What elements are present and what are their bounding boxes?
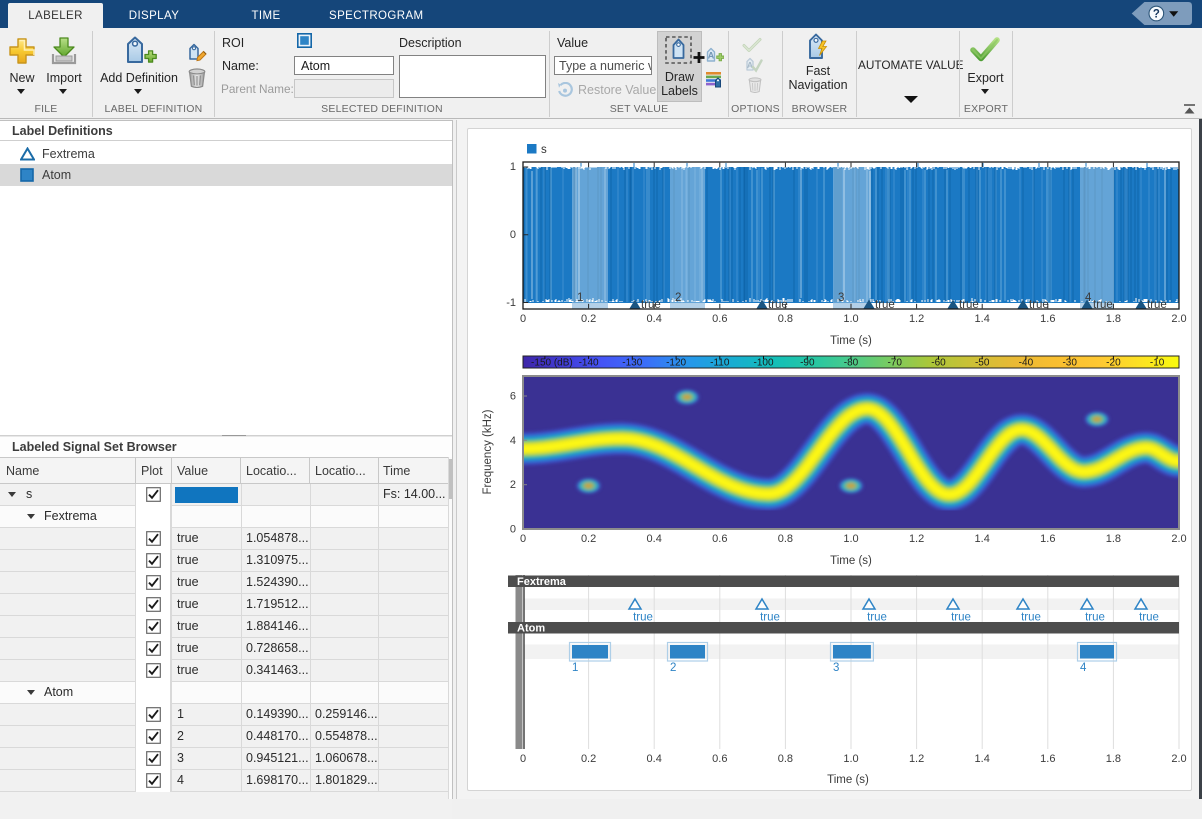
svg-text:A: A	[747, 60, 753, 70]
svg-text:1.2: 1.2	[909, 313, 924, 325]
svg-text:0.4: 0.4	[647, 753, 662, 765]
svg-text:0: 0	[510, 524, 516, 536]
svg-text:1.8: 1.8	[1106, 533, 1121, 545]
svg-text:-120: -120	[666, 358, 686, 369]
svg-text:-130: -130	[622, 358, 642, 369]
svg-text:4: 4	[1080, 662, 1087, 674]
svg-text:2: 2	[675, 292, 681, 304]
svg-text:1.6: 1.6	[1040, 753, 1055, 765]
svg-text:A: A	[708, 51, 715, 61]
svg-text:true: true	[760, 612, 780, 624]
svg-text:1.6: 1.6	[1040, 313, 1055, 325]
svg-text:1.2: 1.2	[909, 533, 924, 545]
svg-text:0.2: 0.2	[581, 313, 596, 325]
svg-text:0.8: 0.8	[778, 533, 793, 545]
svg-text:-140: -140	[579, 358, 599, 369]
svg-text:6: 6	[510, 391, 516, 403]
svg-text:-1: -1	[506, 297, 516, 309]
svg-text:2.0: 2.0	[1171, 533, 1186, 545]
svg-text:0.6: 0.6	[712, 533, 727, 545]
svg-text:-60: -60	[931, 358, 946, 369]
svg-text:-20: -20	[1106, 358, 1121, 369]
svg-text:3: 3	[838, 292, 844, 304]
svg-text:true: true	[1021, 612, 1041, 624]
svg-text:true: true	[1085, 612, 1105, 624]
svg-text:1.0: 1.0	[843, 313, 858, 325]
svg-text:1.2: 1.2	[909, 753, 924, 765]
svg-text:-50: -50	[975, 358, 990, 369]
svg-text:1.8: 1.8	[1106, 753, 1121, 765]
svg-text:-100: -100	[753, 358, 773, 369]
svg-text:0: 0	[520, 533, 526, 545]
svg-text:0.6: 0.6	[712, 753, 727, 765]
svg-text:0.8: 0.8	[778, 313, 793, 325]
svg-text:0.8: 0.8	[778, 753, 793, 765]
svg-text:true: true	[1139, 612, 1159, 624]
svg-text:Time (s): Time (s)	[830, 555, 872, 567]
svg-text:Frequency (kHz): Frequency (kHz)	[482, 409, 494, 494]
svg-text:1.4: 1.4	[975, 533, 990, 545]
svg-text:1.4: 1.4	[975, 313, 990, 325]
svg-text:1.6: 1.6	[1040, 533, 1055, 545]
svg-text:-80: -80	[844, 358, 859, 369]
svg-text:4: 4	[510, 435, 516, 447]
svg-text:-150 (dB): -150 (dB)	[531, 358, 573, 369]
svg-text:2.0: 2.0	[1171, 753, 1186, 765]
svg-text:0: 0	[510, 229, 516, 241]
svg-text:0.2: 0.2	[581, 533, 596, 545]
svg-text:0.6: 0.6	[712, 313, 727, 325]
svg-text:-30: -30	[1062, 358, 1077, 369]
svg-text:1: 1	[572, 662, 578, 674]
svg-text:0.4: 0.4	[647, 313, 662, 325]
svg-text:2.0: 2.0	[1171, 313, 1186, 325]
svg-text:-10: -10	[1150, 358, 1165, 369]
svg-text:true: true	[633, 612, 653, 624]
svg-text:0: 0	[520, 313, 526, 325]
svg-text:true: true	[951, 612, 971, 624]
svg-text:1: 1	[510, 161, 516, 173]
svg-text:-70: -70	[887, 358, 902, 369]
svg-text:2: 2	[510, 479, 516, 491]
svg-text:2: 2	[670, 662, 676, 674]
svg-text:-90: -90	[800, 358, 815, 369]
svg-text:Fextrema: Fextrema	[517, 576, 567, 588]
svg-text:3: 3	[833, 662, 839, 674]
svg-text:0.2: 0.2	[581, 753, 596, 765]
svg-text:Time (s): Time (s)	[830, 335, 872, 347]
svg-text:1.0: 1.0	[843, 533, 858, 545]
svg-text:Atom: Atom	[517, 623, 545, 635]
svg-text:1.4: 1.4	[975, 753, 990, 765]
svg-text:1: 1	[577, 292, 583, 304]
svg-text:true: true	[867, 612, 887, 624]
svg-text:-110: -110	[710, 358, 730, 369]
svg-text:-40: -40	[1019, 358, 1034, 369]
svg-text:Time (s): Time (s)	[827, 774, 869, 786]
svg-text:?: ?	[1153, 9, 1160, 21]
svg-text:s: s	[541, 144, 547, 156]
svg-text:1.8: 1.8	[1106, 313, 1121, 325]
svg-text:0.4: 0.4	[647, 533, 662, 545]
svg-text:0: 0	[520, 753, 526, 765]
svg-text:1.0: 1.0	[843, 753, 858, 765]
